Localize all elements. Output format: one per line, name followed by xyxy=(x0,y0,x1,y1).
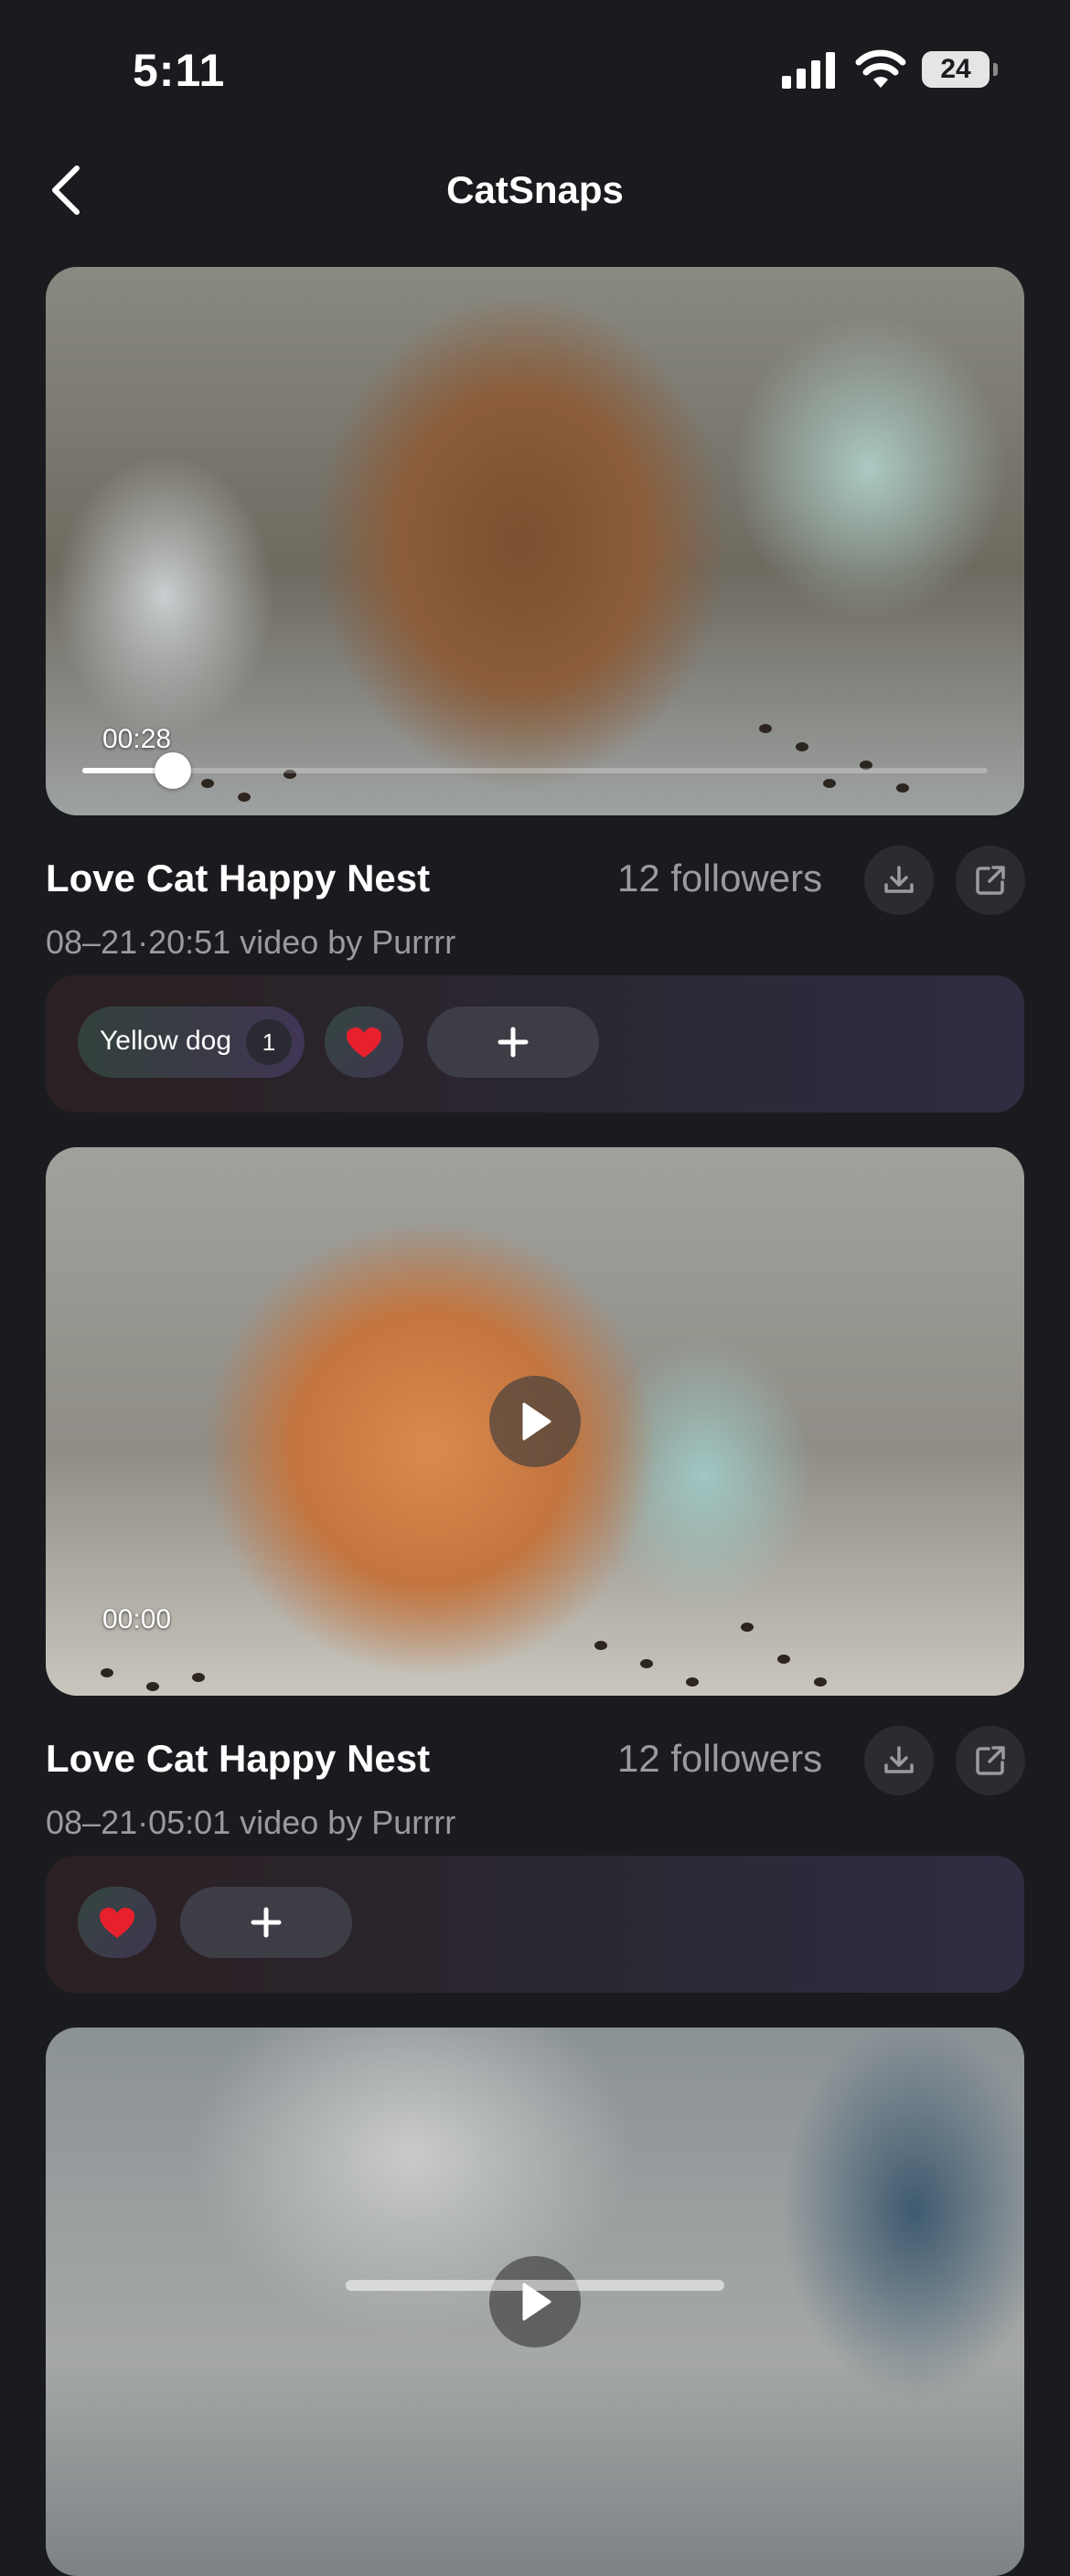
heart-icon xyxy=(347,1027,381,1058)
home-indicator xyxy=(346,2280,724,2291)
add-tag-button[interactable] xyxy=(427,1006,599,1078)
wifi-icon xyxy=(855,49,906,88)
page-title: CatSnaps xyxy=(446,168,624,211)
status-bar: 5:11 24 xyxy=(0,0,1070,137)
download-button[interactable] xyxy=(864,1726,934,1795)
heart-icon xyxy=(100,1908,134,1938)
video-thumbnail xyxy=(46,267,1024,815)
video-progress-bar[interactable] xyxy=(82,752,988,789)
card-title: Love Cat Happy Nest xyxy=(46,1737,431,1780)
feed-card: 00:00 Love Cat Happy Nest 12 followers 0… xyxy=(0,1147,1070,1993)
tag-panel xyxy=(46,1856,1024,1993)
feed-card: 00:28 Love Cat Happy Nest 12 followers 0… xyxy=(0,267,1070,1112)
progress-thumb[interactable] xyxy=(155,752,191,789)
video-player[interactable]: 00:28 xyxy=(46,267,1024,815)
plus-icon xyxy=(251,1907,282,1938)
video-timestamp: 00:00 xyxy=(102,1604,172,1634)
followers-count: 12 followers xyxy=(617,857,823,899)
tag-chip[interactable]: Yellow dog 1 xyxy=(78,1006,305,1078)
play-icon xyxy=(522,1402,551,1441)
card-subtitle: 08–21·20:51 video by Purrrr xyxy=(46,923,456,961)
plus-icon xyxy=(498,1027,529,1058)
tag-count: 1 xyxy=(246,1019,292,1065)
battery-level: 24 xyxy=(922,51,990,88)
tag-label: Yellow dog xyxy=(100,1026,232,1056)
tag-panel: Yellow dog 1 xyxy=(46,975,1024,1112)
add-tag-button[interactable] xyxy=(180,1887,352,1958)
heart-reaction-button[interactable] xyxy=(78,1887,156,1958)
battery-icon: 24 xyxy=(922,51,999,88)
download-button[interactable] xyxy=(864,846,934,915)
video-timestamp: 00:28 xyxy=(102,724,172,754)
card-subtitle: 08–21·05:01 video by Purrrr xyxy=(46,1804,456,1841)
play-button[interactable] xyxy=(489,1376,581,1467)
external-link-icon xyxy=(976,866,1005,895)
followers-count: 12 followers xyxy=(617,1737,823,1780)
share-button[interactable] xyxy=(956,846,1025,915)
video-player[interactable] xyxy=(46,2028,1024,2576)
video-player[interactable]: 00:00 xyxy=(46,1147,1024,1696)
external-link-icon xyxy=(976,1746,1005,1775)
heart-reaction-button[interactable] xyxy=(325,1006,403,1078)
share-button[interactable] xyxy=(956,1726,1025,1795)
download-icon xyxy=(884,866,914,893)
play-button[interactable] xyxy=(489,2256,581,2347)
download-icon xyxy=(884,1746,914,1773)
cellular-signal-icon xyxy=(782,52,835,89)
card-title: Love Cat Happy Nest xyxy=(46,857,431,899)
status-time: 5:11 xyxy=(133,45,226,96)
nav-bar: CatSnaps xyxy=(0,137,1070,247)
feed-card xyxy=(0,2028,1070,2576)
